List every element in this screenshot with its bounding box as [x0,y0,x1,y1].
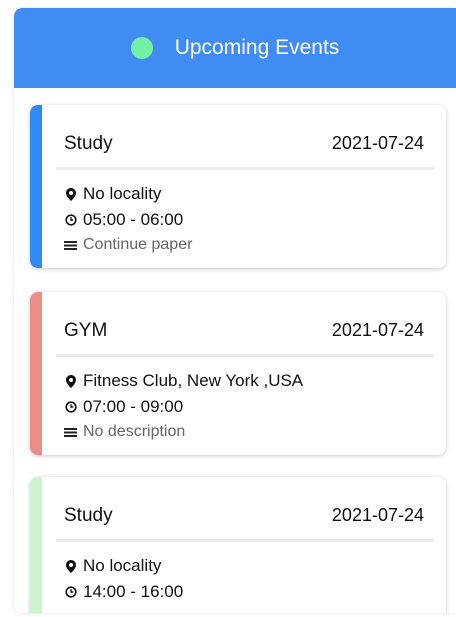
description-icon [64,426,77,439]
location-pin-icon [64,374,77,388]
event-location: Fitness Club, New York ,USA [83,371,304,390]
event-time: 05:00 - 06:00 [83,210,184,229]
event-description: Continue paper [83,236,193,253]
event-list[interactable]: Study 2021-07-24 No locality 05:00 - 06:… [14,88,456,613]
event-date: 2021-07-24 [331,133,424,153]
event-color-stripe [30,477,42,613]
location-pin-icon [64,187,77,201]
event-card[interactable]: GYM 2021-07-24 Fitness Club, New York ,U… [30,292,446,455]
status-dot [130,37,153,59]
clock-icon [64,401,77,414]
description-icon [64,239,77,252]
event-title: Study [64,133,113,154]
event-card[interactable]: Study 2021-07-24 No locality 14:00 - 16:… [30,477,446,613]
panel-header: Upcoming Events [14,8,456,88]
event-location: No locality [83,556,162,575]
event-title: GYM [64,320,108,341]
event-time: 07:00 - 09:00 [83,397,184,416]
clock-icon [64,586,77,599]
event-time: 14:00 - 16:00 [83,582,184,601]
event-location: No locality [83,184,162,203]
event-date: 2021-07-24 [331,320,424,340]
panel-title: Upcoming Events [174,36,340,59]
event-color-stripe [30,105,42,268]
event-card[interactable]: Study 2021-07-24 No locality 05:00 - 06:… [30,105,446,268]
divider [56,167,434,170]
events-panel: Upcoming Events Study 2021-07-24 No loca… [14,8,456,613]
location-pin-icon [64,559,77,573]
event-title: Study [64,505,113,526]
clock-icon [64,214,77,227]
divider [56,539,434,542]
event-color-stripe [30,292,42,455]
divider [56,354,434,357]
event-description: No description [83,423,186,440]
event-date: 2021-07-24 [331,505,424,525]
